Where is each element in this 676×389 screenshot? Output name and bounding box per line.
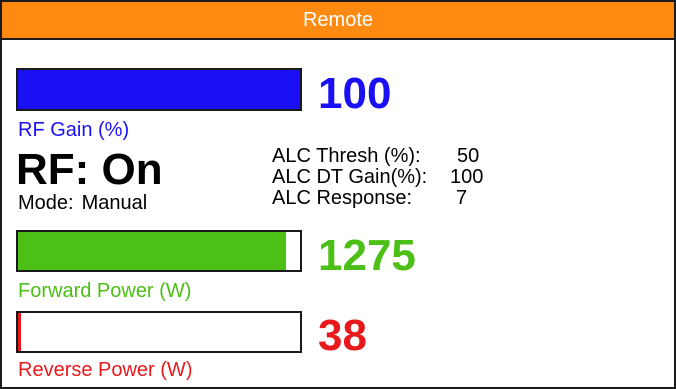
reverse-power-bar-fill [18, 313, 21, 351]
alc-dt-gain-value: 100 [450, 166, 484, 188]
rf-gain-bar [16, 68, 302, 111]
remote-panel: Remote 100 RF Gain (%) RF: On Mode: Manua… [0, 0, 676, 389]
alc-thresh-value: 50 [457, 145, 480, 167]
rf-gain-bar-fill [18, 70, 300, 109]
alc-response-value: 7 [456, 187, 468, 209]
panel-title: Remote [302, 9, 374, 31]
reverse-power-value: 38 [318, 311, 367, 360]
title-bar: Remote [2, 2, 674, 40]
reverse-power-label: Reverse Power (W) [18, 359, 193, 381]
mode-label: Mode: [18, 192, 74, 214]
rf-gain-label: RF Gain (%) [18, 119, 130, 141]
forward-power-label: Forward Power (W) [18, 280, 192, 302]
forward-power-bar-fill [18, 232, 286, 270]
reverse-power-bar [16, 311, 302, 353]
mode-value: Manual [81, 192, 148, 214]
forward-power-value: 1275 [318, 231, 416, 280]
mode-line: Mode: Manual [18, 193, 147, 213]
alc-response-label: ALC Response: [272, 187, 413, 209]
alc-thresh-label: ALC Thresh (%): [272, 145, 421, 167]
rf-gain-value: 100 [318, 69, 392, 118]
alc-dt-gain-label: ALC DT Gain(%): [272, 166, 428, 188]
rf-status-text: RF: On [16, 145, 163, 194]
forward-power-bar [16, 230, 302, 272]
